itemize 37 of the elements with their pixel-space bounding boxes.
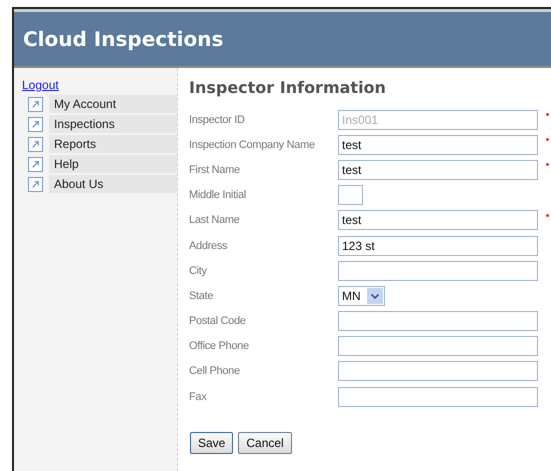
field-label: Last Name — [189, 214, 240, 226]
required-mark — [546, 214, 549, 217]
required-mark — [546, 113, 549, 116]
text-field[interactable]: test — [338, 160, 538, 180]
text-field[interactable]: test — [338, 134, 538, 155]
field-label: Fax — [189, 390, 208, 403]
nav-item[interactable]: Reports — [49, 135, 177, 153]
nav-item[interactable]: Inspections — [49, 115, 177, 133]
required-mark — [546, 163, 549, 166]
logout-link[interactable]: Logout — [22, 79, 59, 92]
field-label: State — [189, 290, 214, 302]
field-label: Inspector ID — [189, 114, 246, 126]
field-label: Postal Code — [189, 315, 247, 328]
initial-field[interactable] — [338, 185, 363, 206]
cancel-button[interactable]: Cancel — [238, 432, 292, 454]
text-field[interactable] — [338, 311, 538, 332]
field-label: Address — [189, 240, 228, 252]
field-label: City — [189, 264, 208, 277]
field-label: First Name — [189, 164, 241, 176]
app-title: Cloud Inspections — [23, 27, 224, 51]
nav-item[interactable]: My Account — [49, 95, 177, 113]
save-button[interactable]: Save — [190, 432, 234, 454]
field-label: Cell Phone — [189, 365, 241, 378]
text-field[interactable] — [338, 336, 538, 356]
nav-item[interactable]: About Us — [49, 175, 177, 193]
nav-item[interactable]: Help — [49, 155, 177, 173]
text-field[interactable] — [338, 361, 538, 382]
text-field[interactable]: 123 st — [338, 236, 538, 256]
field-label: Office Phone — [189, 340, 250, 352]
field-label: Inspection Company Name — [189, 138, 316, 151]
required-mark — [546, 138, 549, 142]
state-dropdown[interactable]: MN — [338, 286, 385, 306]
text-field[interactable] — [338, 386, 538, 407]
text-field[interactable] — [338, 260, 538, 281]
form-title: Inspector Information — [189, 78, 387, 97]
field-label: Middle Initial — [189, 189, 247, 202]
text-field[interactable]: test — [338, 210, 538, 230]
